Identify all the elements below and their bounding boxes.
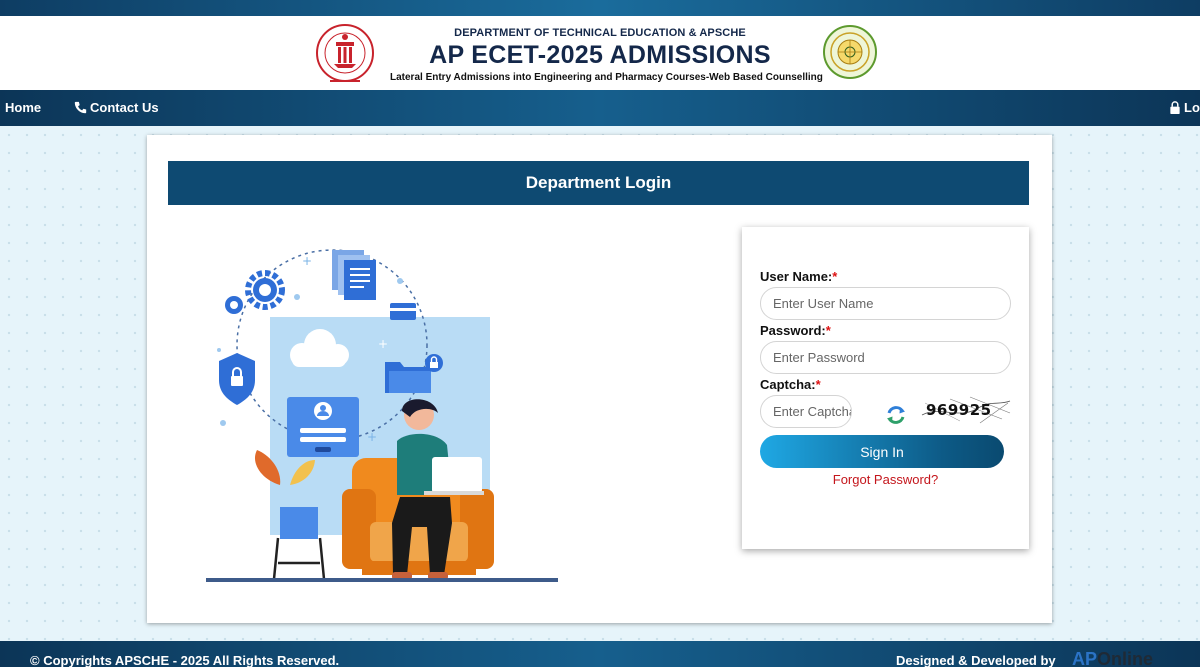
aponline-logo-part2: Online <box>1097 649 1154 667</box>
username-input[interactable] <box>760 287 1011 320</box>
nav-contact-us[interactable]: Contact Us <box>74 100 159 115</box>
page-title: AP ECET-2025 ADMISSIONS <box>429 41 771 69</box>
forgot-password-link[interactable]: Forgot Password? <box>742 472 1029 487</box>
login-card-title: Department Login <box>168 161 1029 205</box>
security-illustration: + + + <box>206 249 558 582</box>
captcha-label: Captcha: <box>760 377 816 392</box>
refresh-icon[interactable] <box>885 404 907 426</box>
user-icon <box>287 397 359 457</box>
svg-text:+: + <box>367 430 377 444</box>
nav-home-label: Home <box>5 100 42 115</box>
ap-state-emblem <box>823 25 877 79</box>
aponline-logo: APOnline <box>1072 649 1153 667</box>
top-strip <box>0 0 1200 16</box>
password-label: Password: <box>760 323 826 338</box>
nav-contact-label: Contact Us <box>90 100 159 115</box>
login-card: Department Login + + + User Name:* Enter… <box>147 135 1052 623</box>
required-mark: * <box>832 269 838 284</box>
phone-icon <box>74 101 87 114</box>
login-form: User Name:* Password:* Captcha:* 969925 … <box>742 227 1029 549</box>
nav-home[interactable]: Home <box>5 100 41 115</box>
sign-in-button[interactable]: Sign In <box>760 435 1004 468</box>
required-mark: * <box>815 377 821 392</box>
nav-bar <box>0 90 1200 126</box>
shield-lock-icon <box>219 353 255 405</box>
designed-by-text: Designed & Developed by <box>896 653 1056 667</box>
copyright-text: © Copyrights APSCHE - 2025 All Rights Re… <box>30 653 340 667</box>
department-name: DEPARTMENT OF TECHNICAL EDUCATION & APSC… <box>454 27 746 39</box>
header-text: DEPARTMENT OF TECHNICAL EDUCATION & APSC… <box>390 27 823 83</box>
required-mark: * <box>825 323 831 338</box>
document-icon <box>332 250 376 300</box>
nav-login[interactable]: Login <box>1169 100 1200 115</box>
captcha-code: 969925 <box>926 401 992 419</box>
captcha-label-row: Captcha:* <box>760 377 821 392</box>
gear-icon <box>225 270 285 314</box>
nav-login-label: Login <box>1184 100 1200 115</box>
apsche-logo <box>316 24 374 82</box>
captcha-input[interactable] <box>760 395 852 428</box>
page-subtitle: Lateral Entry Admissions into Engineerin… <box>390 72 823 83</box>
captcha-image: 969925 <box>920 395 1012 425</box>
aponline-logo-part1: AP <box>1072 649 1098 667</box>
password-label-row: Password:* <box>760 323 831 338</box>
username-label: User Name: <box>760 269 833 284</box>
lock-icon <box>1170 101 1180 114</box>
username-label-row: User Name:* <box>760 269 837 284</box>
svg-text:+: + <box>378 337 388 351</box>
svg-text:+: + <box>302 254 312 268</box>
password-input[interactable] <box>760 341 1011 374</box>
